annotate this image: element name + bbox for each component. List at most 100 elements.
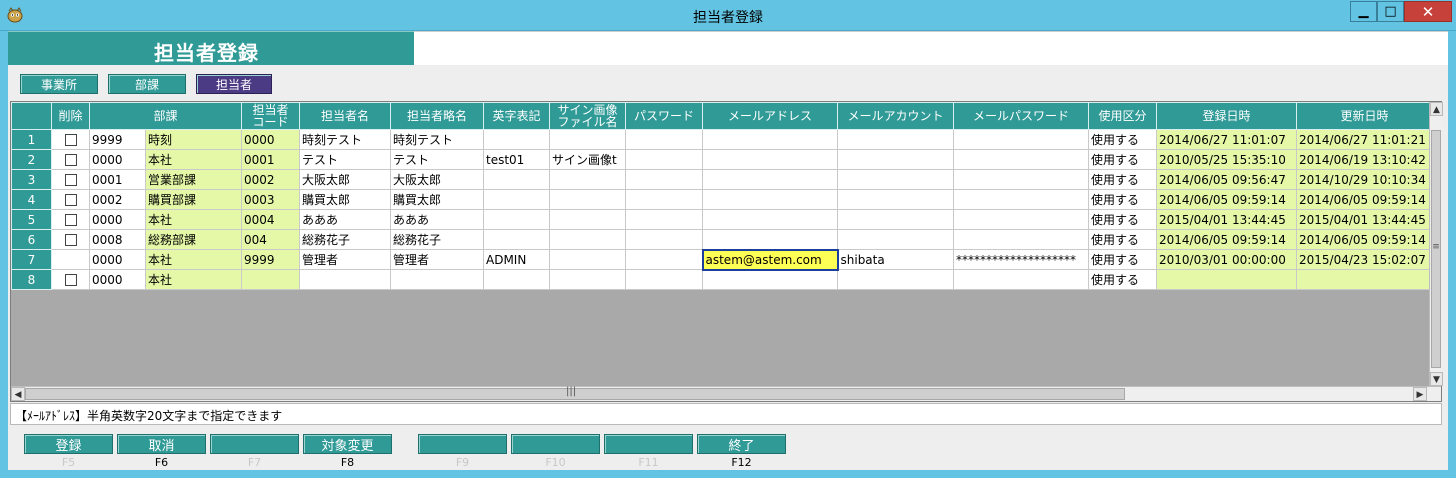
cell-department-name[interactable]: 本社 (145, 209, 242, 230)
cell-usage-status[interactable]: 使用する (1088, 189, 1157, 210)
scroll-up-icon[interactable]: ▲ (1430, 102, 1443, 116)
cell-staff-name[interactable]: 時刻テスト (299, 129, 391, 150)
cell-staff-short-name[interactable]: 大阪太郎 (390, 169, 484, 190)
cell-staff-code[interactable]: 0000 (241, 129, 300, 150)
cell-password[interactable] (625, 149, 703, 170)
header-staff-name[interactable]: 担当者名 (299, 102, 391, 130)
cell-department-code[interactable]: 0008 (89, 229, 146, 250)
cell-sign-image[interactable] (549, 229, 626, 250)
horizontal-scrollbar[interactable]: ◀ ||| ▶ (11, 386, 1441, 401)
cell-registered-at[interactable]: 2010/05/25 15:35:10 (1156, 149, 1297, 170)
cell-usage-status[interactable]: 使用する (1088, 249, 1157, 270)
cell-registered-at[interactable]: 2010/03/01 00:00:00 (1156, 249, 1297, 270)
cell-english-name[interactable] (483, 229, 550, 250)
cell-usage-status[interactable]: 使用する (1088, 169, 1157, 190)
cell-mail-password[interactable] (953, 269, 1089, 290)
cell-staff-code[interactable]: 0003 (241, 189, 300, 210)
cell-staff-name[interactable]: 管理者 (299, 249, 391, 270)
header-english-name[interactable]: 英字表記 (483, 102, 550, 130)
cell-english-name[interactable] (483, 169, 550, 190)
scroll-left-icon[interactable]: ◀ (11, 387, 25, 401)
cell-staff-short-name[interactable]: 管理者 (390, 249, 484, 270)
tab-office[interactable]: 事業所 (20, 74, 98, 94)
function-key-f10[interactable] (511, 434, 600, 454)
cell-staff-code[interactable]: 0001 (241, 149, 300, 170)
header-updated-at[interactable]: 更新日時 (1296, 102, 1433, 130)
cell-department-code[interactable]: 0000 (89, 269, 146, 290)
cell-staff-short-name[interactable]: テスト (390, 149, 484, 170)
cell-password[interactable] (625, 189, 703, 210)
row-number[interactable]: 8 (11, 269, 52, 290)
cell-department-name[interactable]: 営業部課 (145, 169, 242, 190)
cell-updated-at[interactable]: 2014/06/19 13:10:42 (1296, 149, 1433, 170)
cell-staff-short-name[interactable]: 総務花子 (390, 229, 484, 250)
cell-mail-address[interactable] (702, 209, 838, 230)
cell-password[interactable] (625, 129, 703, 150)
cell-password[interactable] (625, 229, 703, 250)
cell-mail-address[interactable] (702, 169, 838, 190)
cell-department-name[interactable]: 本社 (145, 149, 242, 170)
delete-checkbox[interactable] (64, 174, 77, 186)
cell-english-name[interactable] (483, 269, 550, 290)
cell-staff-name[interactable]: あああ (299, 209, 391, 230)
cell-usage-status[interactable]: 使用する (1088, 129, 1157, 150)
table-row[interactable]: 2 0000 本社 0001 テスト テスト test01 サイン画像t 使用する 2010/05… (11, 149, 1433, 170)
cell-staff-short-name[interactable]: 時刻テスト (390, 129, 484, 150)
cell-english-name[interactable] (483, 189, 550, 210)
cell-department-code[interactable]: 0002 (89, 189, 146, 210)
cell-mail-password[interactable] (953, 149, 1089, 170)
function-key-f5[interactable]: 登録 (24, 434, 113, 454)
tab-staff[interactable]: 担当者 (196, 74, 272, 94)
tab-department[interactable]: 部課 (108, 74, 186, 94)
header-password[interactable]: パスワード (625, 102, 703, 130)
cell-updated-at[interactable]: 2014/06/05 09:59:14 (1296, 229, 1433, 250)
cell-registered-at[interactable]: 2014/06/05 09:59:14 (1156, 189, 1297, 210)
cell-department-code[interactable]: 0000 (89, 149, 146, 170)
cell-mail-address[interactable] (702, 149, 838, 170)
table-row[interactable]: 6 0008 総務部課 004 総務花子 総務花子 使用する 2014/06/05 09:59… (11, 229, 1433, 250)
table-row[interactable]: 8 0000 本社 使用する (11, 269, 1433, 290)
table-row[interactable]: 1 9999 時刻 0000 時刻テスト 時刻テスト 使用する 2014/06/27 11:0… (11, 129, 1433, 150)
cell-sign-image[interactable]: サイン画像t (549, 149, 626, 170)
cell-staff-name[interactable] (299, 269, 391, 290)
cell-department-name[interactable]: 購買部課 (145, 189, 242, 210)
cell-english-name[interactable]: test01 (483, 149, 550, 170)
scroll-right-icon[interactable]: ▶ (1413, 387, 1427, 401)
cell-password[interactable] (625, 169, 703, 190)
cell-english-name[interactable]: ADMIN (483, 249, 550, 270)
cell-mail-address[interactable] (702, 189, 838, 210)
cell-staff-code[interactable]: 0002 (241, 169, 300, 190)
row-number[interactable]: 7 (11, 249, 52, 270)
vertical-scrollbar[interactable]: ▲ ≡ ▼ (1429, 102, 1443, 386)
function-key-f11[interactable] (604, 434, 693, 454)
cell-mail-account[interactable] (837, 129, 954, 150)
cell-staff-name[interactable]: 購買太郎 (299, 189, 391, 210)
cell-mail-account[interactable] (837, 229, 954, 250)
delete-checkbox[interactable] (64, 234, 77, 246)
delete-checkbox[interactable] (64, 194, 77, 206)
delete-checkbox[interactable] (64, 214, 77, 226)
cell-english-name[interactable] (483, 129, 550, 150)
cell-registered-at[interactable]: 2014/06/27 11:01:07 (1156, 129, 1297, 150)
table-row[interactable]: 7 0000 本社 9999 管理者 管理者 ADMIN astem@astem.com shi… (11, 248, 1433, 271)
cell-mail-address[interactable] (702, 129, 838, 150)
cell-sign-image[interactable] (549, 129, 626, 150)
row-number[interactable]: 2 (11, 149, 52, 170)
cell-sign-image[interactable] (549, 269, 626, 290)
cell-staff-name[interactable]: テスト (299, 149, 391, 170)
cell-department-name[interactable]: 本社 (145, 269, 242, 290)
scroll-down-icon[interactable]: ▼ (1430, 372, 1443, 386)
cell-updated-at[interactable]: 2014/06/05 09:59:14 (1296, 189, 1433, 210)
cell-sign-image[interactable] (549, 209, 626, 230)
cell-department-name[interactable]: 時刻 (145, 129, 242, 150)
function-key-f7[interactable] (210, 434, 299, 454)
cell-mail-account[interactable] (837, 169, 954, 190)
cell-registered-at[interactable]: 2014/06/05 09:56:47 (1156, 169, 1297, 190)
maximize-button[interactable]: □ (1377, 1, 1404, 22)
cell-usage-status[interactable]: 使用する (1088, 149, 1157, 170)
row-number[interactable]: 5 (11, 209, 52, 230)
function-key-f6[interactable]: 取消 (117, 434, 206, 454)
cell-mail-password[interactable] (953, 189, 1089, 210)
header-sign-image[interactable]: サイン画像 ファイル名 (549, 102, 626, 130)
cell-password[interactable] (625, 269, 703, 290)
